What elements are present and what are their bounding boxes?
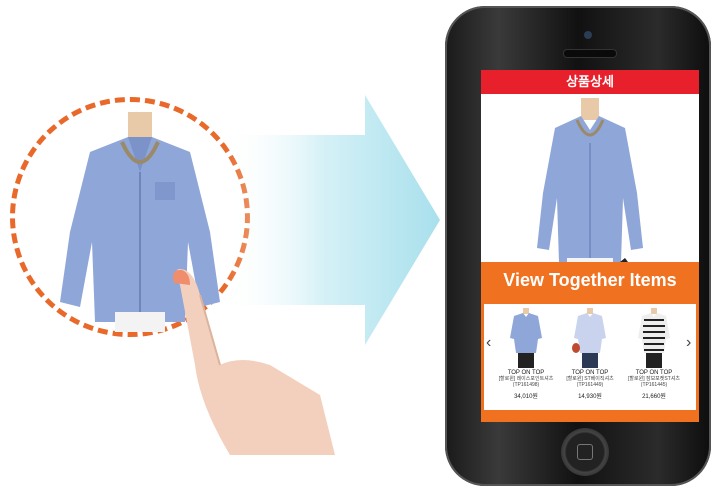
item-name: [할로윈] ST베이직셔츠(TP161449) xyxy=(566,376,614,388)
related-item-2[interactable]: TOP ON TOP [할로윈] ST베이직셔츠(TP161449) 14,93… xyxy=(560,308,620,408)
item-price: 14,930원 xyxy=(578,394,602,400)
item-price: 34,010원 xyxy=(514,394,538,400)
right-arrow-graphic xyxy=(225,95,440,345)
home-square-icon xyxy=(577,444,593,460)
related-item-3[interactable]: TOP ON TOP [할로윈] 잠보포켓ST셔츠(TP161445) 21,6… xyxy=(624,308,684,408)
speaker-grille xyxy=(563,49,617,58)
item-1-image xyxy=(510,308,542,368)
related-items-carousel: ‹ › TOP ON TOP [할로윈] 레이스포인트셔츠(TP161498) … xyxy=(484,304,696,410)
item-3-image xyxy=(638,308,670,368)
next-arrow-icon[interactable]: › xyxy=(686,334,691,352)
related-item-1[interactable]: TOP ON TOP [할로윈] 레이스포인트셔츠(TP161498) 34,0… xyxy=(496,308,556,408)
view-together-title: View Together Items xyxy=(503,270,677,290)
product-image[interactable] xyxy=(535,98,645,286)
item-name: [할로윈] 레이스포인트셔츠(TP161498) xyxy=(498,376,554,388)
phone-screen: 상품상세 View Together Items ‹ › TOP ON TOP … xyxy=(481,70,699,422)
item-name: [할로윈] 잠보포켓ST셔츠(TP161445) xyxy=(628,376,680,388)
item-2-image xyxy=(572,308,606,368)
prev-arrow-icon[interactable]: ‹ xyxy=(486,334,491,352)
page-title: 상품상세 xyxy=(481,70,699,94)
view-together-panel: View Together Items ‹ › TOP ON TOP [할로윈]… xyxy=(481,262,699,422)
front-camera-icon xyxy=(584,31,592,39)
item-price: 21,660원 xyxy=(642,394,666,400)
